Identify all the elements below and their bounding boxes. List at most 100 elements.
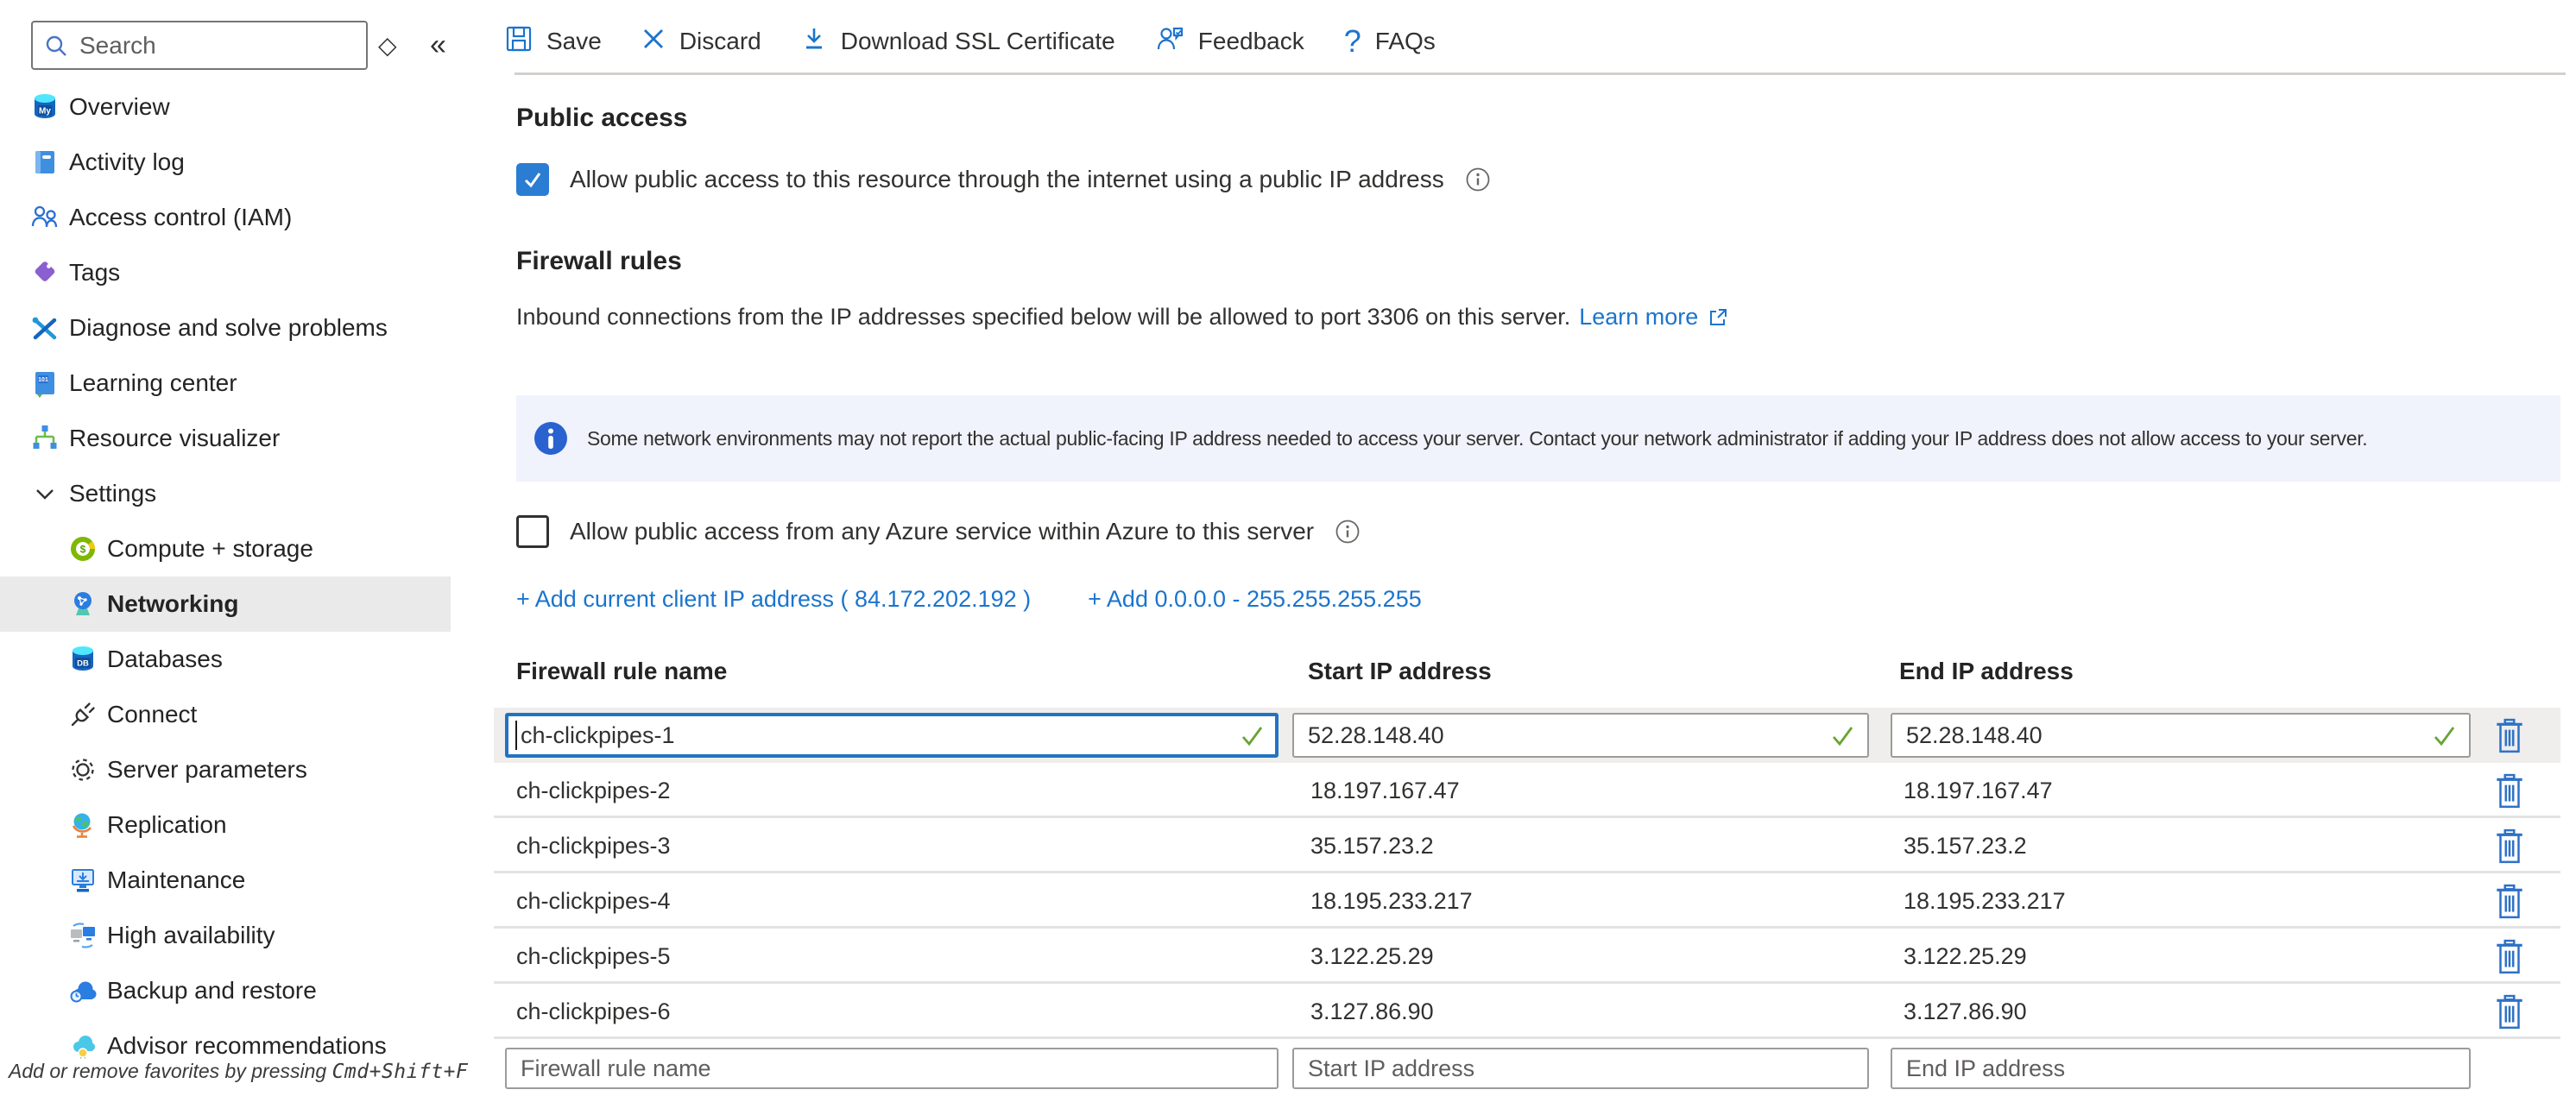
end-ip-value: 3.127.86.90	[1904, 984, 2027, 1039]
firewall-rule-row: ch-clickpipes-5 3.122.25.29 3.122.25.29	[494, 929, 2560, 984]
connect-icon	[67, 699, 98, 730]
new-end-ip-field	[1891, 1048, 2471, 1089]
sidebar-item-label: Learning center	[69, 369, 237, 397]
maintenance-icon	[67, 865, 98, 896]
info-banner: Some network environments may not report…	[516, 395, 2560, 482]
discard-button[interactable]: Discard	[641, 27, 761, 57]
sidebar-item-high-availability[interactable]: High availability	[0, 908, 483, 963]
add-current-client-ip-link[interactable]: + Add current client IP address ( 84.172…	[516, 586, 1031, 613]
delete-rule-button[interactable]	[2491, 939, 2529, 977]
sidebar-item-learning-center[interactable]: 101 Learning center	[0, 356, 483, 411]
info-icon[interactable]	[1465, 167, 1491, 192]
svg-text:101: 101	[38, 377, 48, 383]
sidebar-item-label: Maintenance	[107, 866, 245, 894]
sidebar-item-label: Advisor recommendations	[107, 1032, 387, 1060]
checkmark-icon	[521, 168, 544, 191]
sidebar-item-settings-group[interactable]: Settings	[0, 466, 483, 521]
sidebar-item-access-control[interactable]: Access control (IAM)	[0, 190, 483, 245]
end-ip-input[interactable]	[1891, 713, 2471, 758]
download-icon	[801, 26, 827, 58]
learn-more-link[interactable]: Learn more	[1579, 304, 1698, 331]
search-icon	[43, 33, 69, 59]
sidebar-item-label: Overview	[69, 93, 170, 121]
sidebar-item-networking[interactable]: Networking	[0, 576, 451, 632]
rule-name-value: ch-clickpipes-5	[516, 929, 671, 984]
feedback-button[interactable]: Feedback	[1155, 24, 1304, 60]
rule-name-input[interactable]	[505, 713, 1279, 758]
new-start-ip-input[interactable]	[1292, 1048, 1869, 1089]
sidebar-item-label: Diagnose and solve problems	[69, 314, 388, 342]
sidebar-item-connect[interactable]: Connect	[0, 687, 483, 742]
column-end-ip: End IP address	[1899, 658, 2074, 685]
delete-rule-button[interactable]	[2491, 828, 2529, 866]
svg-text:DB: DB	[77, 659, 89, 669]
firewall-rule-row: ch-clickpipes-3 35.157.23.2 35.157.23.2	[494, 818, 2560, 873]
firewall-table: ch-clickpipes-2 18.197.167.47 18.197.167…	[494, 708, 2560, 1096]
firewall-rule-row: ch-clickpipes-6 3.127.86.90 3.127.86.90	[494, 984, 2560, 1039]
search-input[interactable]: Search	[31, 21, 368, 70]
sidebar-item-overview[interactable]: My Overview	[0, 79, 483, 135]
sidebar-item-backup-restore[interactable]: Backup and restore	[0, 963, 483, 1018]
discard-icon	[641, 27, 666, 57]
firewall-description: Inbound connections from the IP addresse…	[516, 304, 1729, 331]
start-ip-value: 3.122.25.29	[1310, 929, 1434, 984]
new-end-ip-input[interactable]	[1891, 1048, 2471, 1089]
command-bar: Save Discard Download SSL Certificate Fe…	[505, 16, 1436, 67]
firewall-rules-heading: Firewall rules	[516, 247, 682, 276]
trash-icon	[2494, 718, 2525, 754]
sidebar-item-tags[interactable]: Tags	[0, 245, 483, 300]
download-ssl-certificate-button[interactable]: Download SSL Certificate	[801, 26, 1115, 58]
new-rule-name-field	[505, 1048, 1279, 1089]
networking-icon	[67, 589, 98, 620]
sidebar-menu: My Overview Activity log Access control …	[0, 79, 483, 1074]
faqs-button[interactable]: ? FAQs	[1344, 23, 1436, 60]
new-rule-name-input[interactable]	[505, 1048, 1279, 1089]
start-ip-value: 18.195.233.217	[1310, 873, 1473, 929]
allow-azure-services-label: Allow public access from any Azure servi…	[570, 518, 1314, 545]
delete-rule-button[interactable]	[2491, 773, 2529, 811]
allow-azure-services-checkbox[interactable]	[516, 515, 549, 548]
sidebar-item-activity-log[interactable]: Activity log	[0, 135, 483, 190]
trash-icon	[2494, 884, 2525, 920]
save-button[interactable]: Save	[505, 25, 602, 59]
allow-public-access-checkbox[interactable]	[516, 163, 549, 196]
sidebar-item-label: Server parameters	[107, 756, 307, 784]
sidebar-item-replication[interactable]: Replication	[0, 797, 483, 853]
high-availability-icon	[67, 920, 98, 951]
start-ip-value: 18.197.167.47	[1310, 763, 1460, 818]
delete-rule-button[interactable]	[2491, 718, 2529, 756]
resource-visualizer-icon	[29, 423, 60, 454]
collapse-sidebar-icon[interactable]: «	[430, 19, 446, 71]
allow-azure-services-row: Allow public access from any Azure servi…	[516, 513, 1361, 551]
sidebar-item-resource-visualizer[interactable]: Resource visualizer	[0, 411, 483, 466]
add-all-ip-range-link[interactable]: + Add 0.0.0.0 - 255.255.255.255	[1088, 586, 1422, 613]
end-ip-value: 18.195.233.217	[1904, 873, 2066, 929]
allow-public-access-label: Allow public access to this resource thr…	[570, 166, 1444, 193]
sidebar-item-compute-storage[interactable]: $ Compute + storage	[0, 521, 483, 576]
dock-pane-icon[interactable]: ◇	[378, 19, 397, 71]
start-ip-field	[1292, 713, 1869, 758]
end-ip-value: 3.122.25.29	[1904, 929, 2027, 984]
add-ip-links: + Add current client IP address ( 84.172…	[516, 583, 1422, 614]
rule-name-field	[505, 713, 1279, 758]
search-placeholder: Search	[79, 32, 156, 60]
info-icon[interactable]	[1335, 519, 1361, 545]
start-ip-value: 3.127.86.90	[1310, 984, 1434, 1039]
trash-icon	[2494, 939, 2525, 975]
firewall-table-header: Firewall rule name Start IP address End …	[494, 658, 2560, 692]
end-ip-field	[1891, 713, 2471, 758]
sidebar-item-label: Access control (IAM)	[69, 204, 292, 231]
sidebar-item-databases[interactable]: DB Databases	[0, 632, 483, 687]
sidebar-item-server-parameters[interactable]: Server parameters	[0, 742, 483, 797]
delete-rule-button[interactable]	[2491, 884, 2529, 922]
learning-center-icon: 101	[29, 368, 60, 399]
sidebar-item-label: Tags	[69, 259, 120, 287]
sidebar-item-label: Replication	[107, 811, 227, 839]
sidebar-item-label: Backup and restore	[107, 977, 317, 1005]
end-ip-value: 35.157.23.2	[1904, 818, 2027, 873]
start-ip-input[interactable]	[1292, 713, 1869, 758]
sidebar-item-maintenance[interactable]: Maintenance	[0, 853, 483, 908]
sidebar-item-diagnose[interactable]: Diagnose and solve problems	[0, 300, 483, 356]
databases-icon: DB	[67, 644, 98, 675]
delete-rule-button[interactable]	[2491, 994, 2529, 1032]
